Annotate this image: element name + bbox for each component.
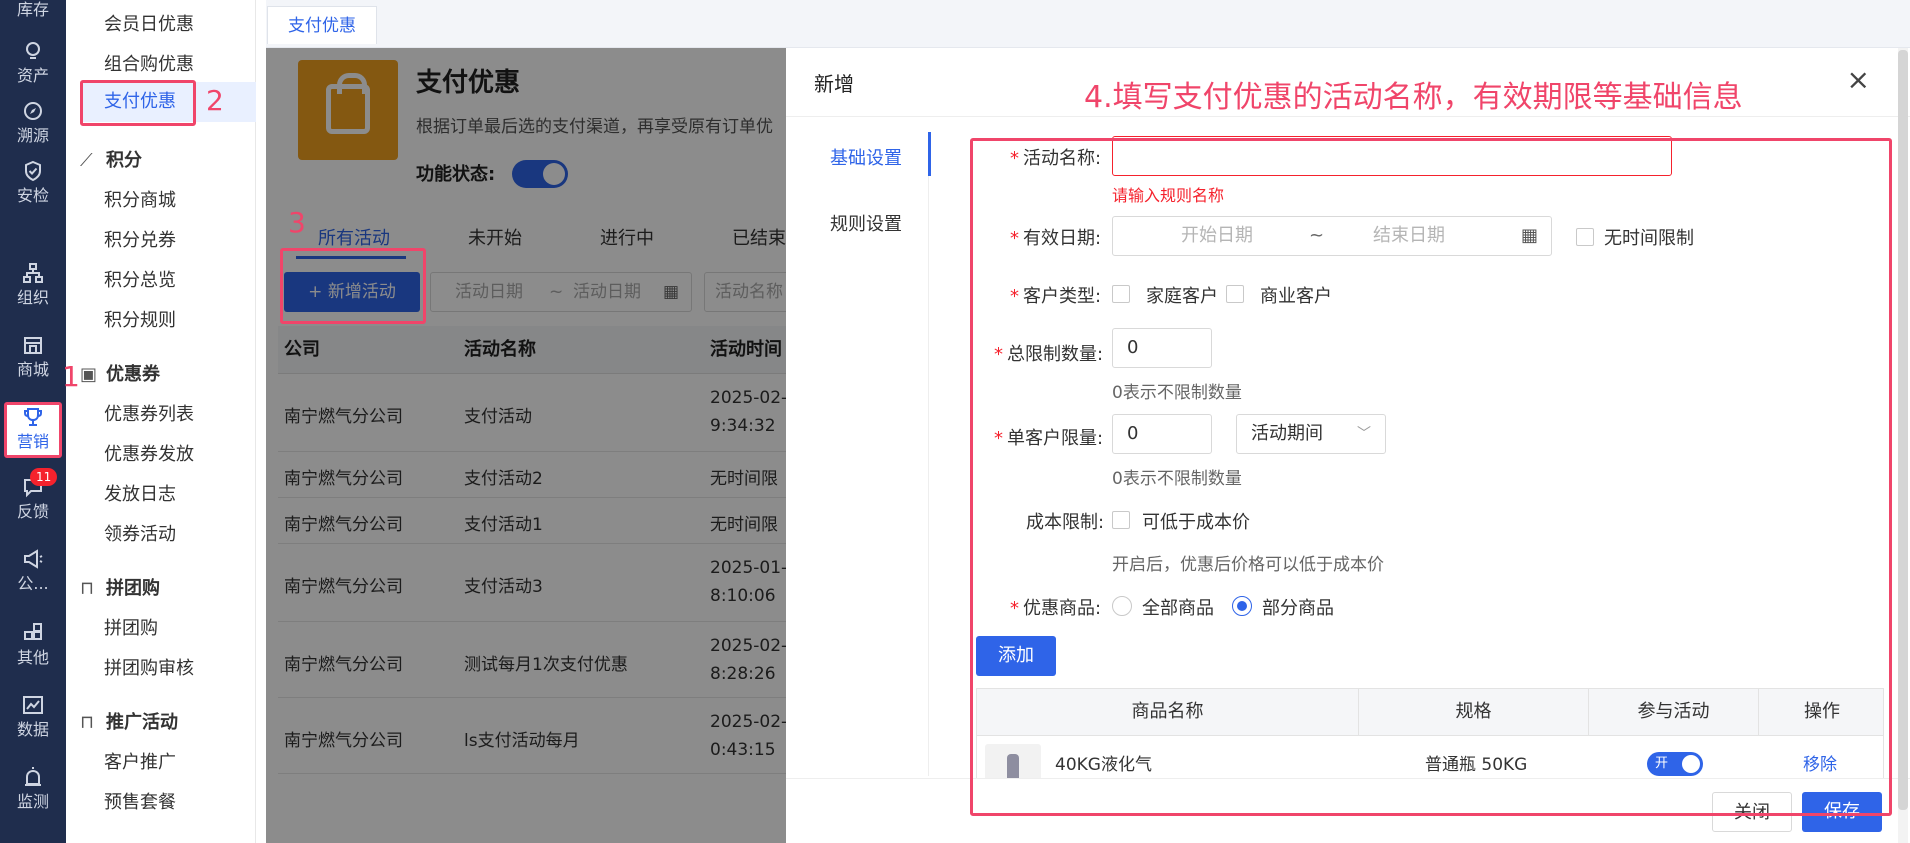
submenu-item[interactable]: 拼团购审核 [104, 654, 194, 680]
submenu-item[interactable]: 积分兑券 [104, 226, 176, 252]
submenu-item[interactable]: 客户推广 [104, 748, 176, 774]
rail-item-label: 库存 [16, 0, 49, 19]
rail-item-label: 公... [17, 574, 49, 593]
rail-item-inspection[interactable]: 安检 [0, 160, 66, 206]
annotation-step-number: 3 [288, 206, 306, 239]
rail-item-label: 安检 [16, 186, 49, 205]
rail-item-data[interactable]: 数据 [0, 694, 66, 740]
grid-plus-icon [22, 622, 44, 644]
submenu-item[interactable]: 预售套餐 [104, 788, 176, 814]
submenu-item[interactable]: 拼团购 [104, 614, 158, 640]
line-chart-icon [22, 694, 44, 716]
annotation-step-number: 1 [62, 360, 80, 393]
rail-item-label: 数据 [16, 720, 49, 739]
annotation-step-4-text: 4.填写支付优惠的活动名称，有效期限等基础信息 [1084, 80, 1743, 115]
submenu-item-member-day[interactable]: 会员日优惠 [104, 10, 194, 36]
submenu-group-title: 积分 [106, 150, 142, 171]
submenu-group-coupons[interactable]: ▣ 优惠券 [80, 360, 160, 386]
rail-item-label: 商城 [16, 360, 49, 379]
submenu-group-group-buy[interactable]: ⊓ 拼团购 [80, 574, 160, 600]
submenu-item[interactable]: 领券活动 [104, 520, 176, 546]
shield-check-icon [22, 160, 44, 182]
rail-item-label: 资产 [16, 66, 49, 85]
page-tab-payment-discount[interactable]: 支付优惠 [267, 6, 377, 44]
rail-item-label: 溯源 [16, 126, 49, 145]
submenu-group-points[interactable]: ⟋ 积分 [80, 146, 142, 172]
close-icon[interactable]: × [1847, 66, 1870, 94]
rail-item-inventory[interactable]: 库存 [0, 0, 66, 20]
submenu-item[interactable]: 积分总览 [104, 266, 176, 292]
page-tab-strip: 支付优惠 [266, 0, 1910, 48]
drawer-title: 新增 [814, 72, 854, 96]
submenu-group-promotion[interactable]: ⊓ 推广活动 [80, 708, 178, 734]
submenu-item[interactable]: 发放日志 [104, 480, 176, 506]
rail-item-other[interactable]: 其他 [0, 622, 66, 668]
annotation-box-marketing [4, 402, 62, 458]
trend-icon: ⟋ [80, 150, 93, 171]
active-vtab-indicator [928, 132, 931, 176]
rail-item-monitor[interactable]: 监测 [0, 766, 66, 812]
divider [786, 116, 1910, 117]
tab-rule-settings[interactable]: 规则设置 [830, 210, 902, 236]
bag-icon: ⊓ [80, 578, 95, 599]
feedback-count-badge: 11 [30, 468, 58, 486]
submenu-item[interactable]: 优惠券发放 [104, 440, 194, 466]
rail-item-assets[interactable]: 资产 [0, 40, 66, 86]
org-chart-icon [22, 262, 44, 284]
submenu-group-title: 优惠券 [106, 364, 160, 385]
rail-item-label: 组织 [16, 288, 49, 307]
marketing-submenu: 会员日优惠 组合购优惠 支付优惠 ⟋ 积分 积分商城 积分兑券 积分总览 积分规则… [66, 0, 256, 843]
divider [928, 176, 929, 776]
rail-item-label: 反馈 [16, 502, 49, 521]
annotation-box-add-activity [280, 248, 426, 324]
megaphone-icon [22, 548, 44, 570]
annotation-step-number: 2 [206, 84, 224, 117]
rail-item-label: 其他 [16, 648, 49, 667]
rail-item-trace[interactable]: 溯源 [0, 100, 66, 146]
annotation-box-payment-discount [80, 80, 196, 126]
rail-item-feedback[interactable]: 11 反馈 [0, 468, 66, 522]
submenu-item[interactable]: 积分商城 [104, 186, 176, 212]
scrollbar-thumb[interactable] [1898, 50, 1908, 810]
compass-icon [22, 100, 44, 122]
lightbulb-icon [22, 40, 44, 62]
bag-icon: ⊓ [80, 712, 95, 733]
rail-item-mall[interactable]: 商城 [0, 334, 66, 380]
submenu-item[interactable]: 积分规则 [104, 306, 176, 332]
rail-item-label: 监测 [16, 792, 49, 811]
tab-basic-settings[interactable]: 基础设置 [830, 144, 902, 170]
store-icon [22, 334, 44, 356]
submenu-item[interactable]: 优惠券列表 [104, 400, 194, 426]
rail-item-organization[interactable]: 组织 [0, 262, 66, 308]
coupon-icon: ▣ [80, 364, 98, 385]
submenu-group-title: 推广活动 [106, 712, 178, 733]
modal-backdrop[interactable] [266, 48, 786, 843]
submenu-group-title: 拼团购 [106, 578, 160, 599]
annotation-box-basic-form [970, 138, 1892, 816]
rail-item-announcement[interactable]: 公... [0, 548, 66, 594]
submenu-item-combo[interactable]: 组合购优惠 [104, 50, 194, 76]
alarm-icon [22, 766, 44, 788]
